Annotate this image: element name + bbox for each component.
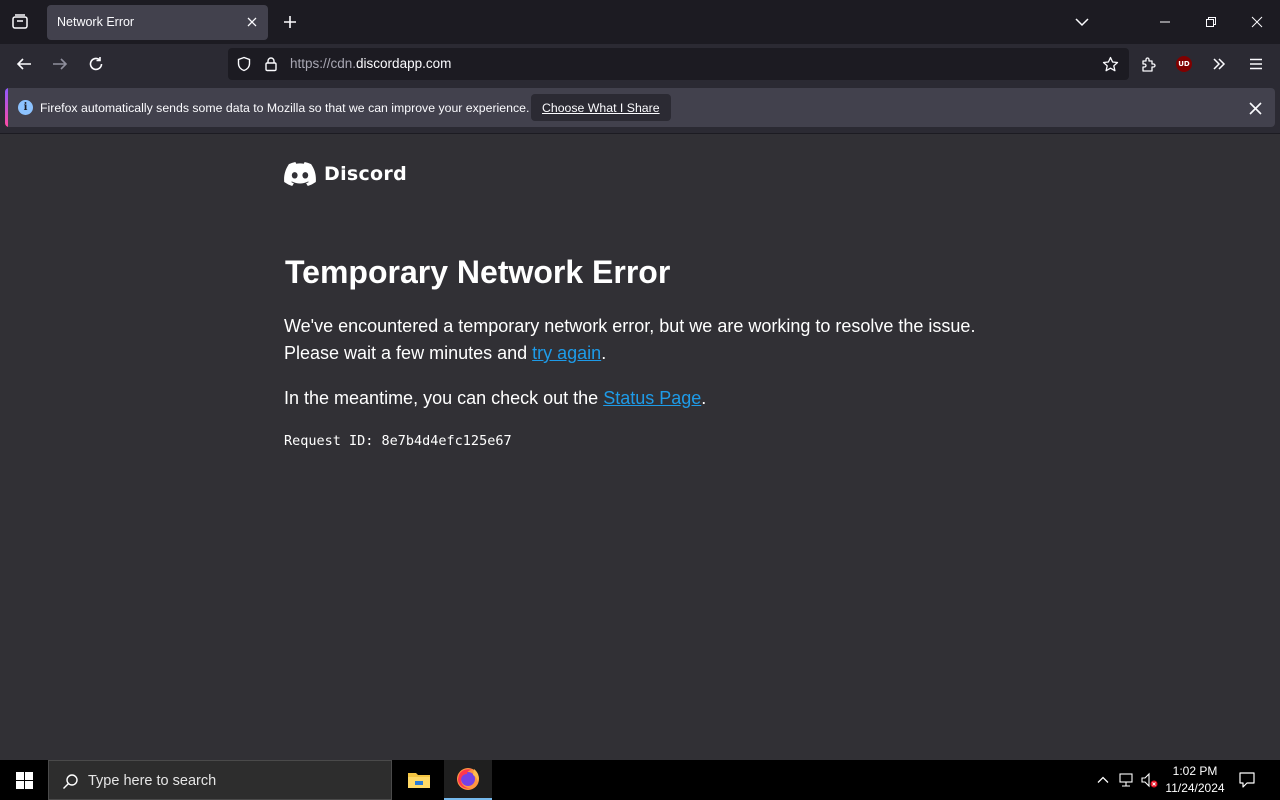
taskbar-firefox[interactable]: [444, 760, 492, 800]
puzzle-icon: [1141, 56, 1156, 72]
bookmark-star-button[interactable]: [1101, 55, 1119, 73]
navigation-toolbar: https://cdn.discordapp.com UD: [0, 44, 1280, 84]
chevron-up-icon: [1097, 776, 1109, 783]
extensions-button[interactable]: [1136, 52, 1160, 76]
notification-message: Firefox automatically sends some data to…: [40, 101, 530, 115]
lock-icon[interactable]: [263, 56, 279, 72]
reload-button[interactable]: [82, 50, 110, 78]
taskbar-file-explorer[interactable]: [395, 760, 443, 800]
new-tab-button[interactable]: [278, 10, 302, 34]
arrow-left-icon: [16, 58, 31, 70]
error-description-line2: Please wait a few minutes and try again.: [284, 340, 975, 367]
search-icon: [61, 772, 79, 790]
clock-date: 11/24/2024: [1165, 781, 1225, 795]
error-description-suffix: .: [601, 343, 607, 363]
discord-logo: Discord: [284, 162, 407, 186]
choose-what-i-share-label: Choose What I Share: [542, 100, 660, 115]
windows-logo-icon: [15, 771, 33, 789]
url-text[interactable]: https://cdn.discordapp.com: [290, 56, 451, 71]
address-bar[interactable]: https://cdn.discordapp.com: [228, 48, 1129, 80]
taskbar-search-box[interactable]: Type here to search: [48, 760, 392, 800]
discord-logo-icon: [284, 162, 316, 186]
close-icon: [1248, 101, 1262, 115]
minimize-button[interactable]: [1149, 6, 1181, 38]
discord-wordmark: Discord: [324, 163, 407, 185]
error-description-line1: We've encountered a temporary network er…: [284, 316, 976, 336]
status-page-paragraph: In the meantime, you can check out the S…: [284, 385, 706, 412]
status-page-link[interactable]: Status Page: [603, 388, 701, 408]
choose-what-i-share-button[interactable]: Choose What I Share: [531, 94, 671, 121]
notification-close-button[interactable]: [1247, 100, 1263, 116]
system-clock[interactable]: 1:02 PM 11/24/2024: [1160, 763, 1230, 797]
page-content: Discord Temporary Network Error We've en…: [0, 133, 1280, 760]
network-icon: [1119, 773, 1133, 787]
volume-muted-icon: [1141, 772, 1158, 788]
error-description: We've encountered a temporary network er…: [284, 313, 975, 367]
forward-button[interactable]: [46, 50, 74, 78]
back-button[interactable]: [10, 50, 38, 78]
tab-close-button[interactable]: [244, 14, 260, 30]
minimize-icon: [1160, 21, 1170, 23]
window-close-button[interactable]: [1241, 6, 1273, 38]
firefox-view-button[interactable]: [6, 8, 34, 36]
double-chevron-right-icon: [1213, 58, 1226, 70]
close-icon: [247, 17, 257, 27]
error-description-prefix: Please wait a few minutes and: [284, 343, 533, 363]
list-all-tabs-button[interactable]: [1070, 10, 1094, 34]
firefox-view-icon: [12, 14, 28, 29]
action-center-button[interactable]: [1236, 770, 1258, 790]
ublock-origin-icon: UD: [1176, 56, 1192, 72]
reload-icon: [89, 57, 103, 71]
arrow-right-icon: [53, 58, 68, 70]
url-domain: discordapp.com: [356, 56, 452, 71]
search-placeholder: Type here to search: [88, 773, 217, 789]
volume-button[interactable]: [1140, 771, 1158, 789]
clock-time: 1:02 PM: [1172, 764, 1218, 778]
firefox-icon: [457, 768, 479, 790]
data-reporting-notification: i Firefox automatically sends some data …: [5, 88, 1275, 127]
notification-icon: [1239, 772, 1255, 788]
windows-taskbar: Type here to search 1:02 PM 11/24/2024: [0, 760, 1280, 800]
url-prefix: https://cdn.: [290, 56, 357, 71]
app-menu-button[interactable]: [1244, 52, 1268, 76]
status-paragraph-suffix: .: [701, 388, 707, 408]
notification-accent: [5, 88, 8, 127]
try-again-link[interactable]: try again: [532, 343, 601, 363]
more-tools-button[interactable]: [1207, 52, 1231, 76]
star-icon: [1102, 56, 1118, 71]
show-hidden-icons-button[interactable]: [1094, 771, 1112, 789]
restore-icon: [1206, 17, 1216, 27]
file-explorer-icon: [408, 773, 430, 788]
network-status-button[interactable]: [1117, 771, 1135, 789]
ublock-origin-button[interactable]: UD: [1172, 52, 1196, 76]
tracking-protection-shield-icon[interactable]: [236, 56, 252, 72]
tab-network-error[interactable]: Network Error: [47, 5, 268, 40]
close-icon: [1251, 16, 1263, 28]
status-paragraph-prefix: In the meantime, you can check out the: [284, 388, 604, 408]
info-icon: i: [18, 100, 33, 115]
request-id: Request ID: 8e7b4d4efc125e67: [284, 433, 512, 449]
tab-title: Network Error: [57, 15, 135, 29]
tab-strip: Network Error: [0, 0, 1280, 44]
hamburger-menu-icon: [1250, 58, 1262, 70]
restore-button[interactable]: [1195, 6, 1227, 38]
chevron-down-icon: [1075, 18, 1089, 27]
page-title: Temporary Network Error: [285, 254, 671, 290]
start-button[interactable]: [0, 760, 48, 800]
plus-icon: [284, 16, 296, 28]
